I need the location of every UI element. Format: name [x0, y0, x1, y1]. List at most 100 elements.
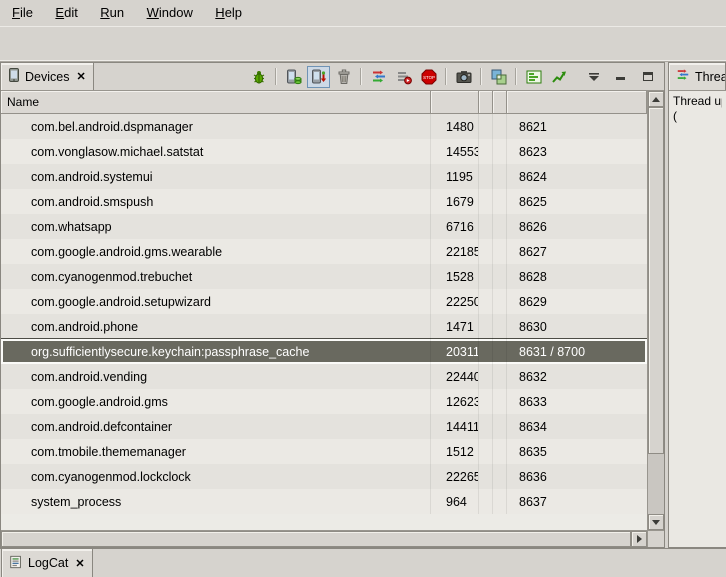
empty-cell [493, 364, 507, 389]
process-name-cell: com.android.systemui [1, 164, 431, 189]
cause-gc-button[interactable] [332, 66, 355, 88]
main-area: Devices ✕ [0, 62, 726, 548]
update-threads-button[interactable] [367, 66, 390, 88]
table-row[interactable]: com.google.android.gms 12623 8633 [1, 389, 647, 414]
pid-cell: 22185 [431, 239, 479, 264]
tab-threads-label: Threads [695, 70, 726, 84]
menu-file[interactable]: File [3, 0, 42, 26]
screen-capture-button[interactable] [452, 66, 475, 88]
table-row[interactable]: com.tmobile.thememanager 1512 8635 [1, 439, 647, 464]
empty-cell [493, 464, 507, 489]
pid-cell: 22265 [431, 464, 479, 489]
table-row[interactable]: com.android.systemui 1195 8624 [1, 164, 647, 189]
process-name-cell: com.android.vending [1, 364, 431, 389]
process-name-cell: com.vonglasow.michael.satstat [1, 139, 431, 164]
scroll-right-icon[interactable] [631, 531, 647, 547]
table-row[interactable]: com.android.smspush 1679 8625 [1, 189, 647, 214]
minimize-icon[interactable] [609, 66, 632, 88]
empty-cell [479, 114, 493, 139]
view-chrome-buttons [582, 66, 659, 88]
port-cell: 8628 [507, 264, 647, 289]
empty-cell [479, 189, 493, 214]
table-row[interactable]: com.bel.android.dspmanager 1480 8621 [1, 114, 647, 139]
logcat-icon [9, 555, 23, 572]
threads-view: Threads Thread up ( [668, 62, 726, 548]
close-icon[interactable]: ✕ [74, 70, 85, 83]
tab-devices[interactable]: Devices ✕ [1, 63, 94, 90]
scroll-up-icon[interactable] [648, 91, 664, 107]
tab-logcat[interactable]: LogCat ✕ [1, 549, 93, 577]
tab-devices-label: Devices [25, 70, 69, 84]
horizontal-scrollbar-thumb[interactable] [1, 531, 631, 547]
vertical-scrollbar-track[interactable] [648, 454, 664, 514]
start-method-profiling-button[interactable] [392, 66, 415, 88]
threads-message: Thread up ( [669, 91, 726, 547]
device-icon [8, 68, 20, 85]
opengl-trace-button[interactable] [547, 66, 570, 88]
port-cell: 8631 / 8700 [507, 339, 647, 364]
dump-view-hierarchy-button[interactable] [487, 66, 510, 88]
port-cell: 8632 [507, 364, 647, 389]
empty-cell [493, 389, 507, 414]
debug-process-button[interactable] [247, 66, 270, 88]
port-cell: 8629 [507, 289, 647, 314]
table-row[interactable]: com.android.defcontainer 14411 8634 [1, 414, 647, 439]
pid-cell: 1480 [431, 114, 479, 139]
column-header-name[interactable]: Name [1, 91, 431, 114]
table-row[interactable]: com.google.android.gms.wearable 22185 86… [1, 239, 647, 264]
port-cell: 8624 [507, 164, 647, 189]
port-cell: 8621 [507, 114, 647, 139]
menu-edit[interactable]: Edit [46, 0, 86, 26]
pid-cell: 12623 [431, 389, 479, 414]
table-row[interactable]: com.android.phone 1471 8630 [1, 314, 647, 339]
close-icon[interactable]: ✕ [73, 557, 84, 570]
menu-help[interactable]: Help [206, 0, 251, 26]
toolbar-separator [515, 68, 517, 85]
empty-cell [493, 239, 507, 264]
scroll-down-icon[interactable] [648, 514, 664, 530]
main-toolbar [0, 26, 726, 62]
horizontal-scrollbar[interactable] [1, 530, 647, 547]
column-header-pid[interactable] [431, 91, 479, 114]
empty-cell [493, 164, 507, 189]
column-header-port[interactable] [507, 91, 647, 114]
update-heap-button[interactable] [282, 66, 305, 88]
empty-cell [493, 189, 507, 214]
empty-cell [479, 464, 493, 489]
menu-run[interactable]: Run [91, 0, 133, 26]
vertical-scrollbar[interactable] [647, 91, 664, 530]
empty-cell [479, 139, 493, 164]
empty-cell [493, 489, 507, 514]
tab-threads[interactable]: Threads [669, 63, 726, 90]
systrace-button[interactable] [522, 66, 545, 88]
devices-toolbar: STOP [247, 63, 664, 90]
process-name-cell: com.cyanogenmod.lockclock [1, 464, 431, 489]
port-cell: 8635 [507, 439, 647, 464]
toolbar-separator [275, 68, 277, 85]
scrollbar-corner [647, 530, 664, 547]
table-row[interactable]: com.cyanogenmod.trebuchet 1528 8628 [1, 264, 647, 289]
table-row[interactable]: system_process 964 8637 [1, 489, 647, 514]
menu-window[interactable]: Window [138, 0, 202, 26]
vertical-scrollbar-thumb[interactable] [648, 107, 664, 454]
column-header-c4[interactable] [493, 91, 507, 114]
empty-cell [479, 214, 493, 239]
eclipse-ddms-window: File Edit Run Window Help Devices ✕ [0, 0, 726, 577]
toolbar-separator [480, 68, 482, 85]
table-row[interactable]: org.sufficientlysecure.keychain:passphra… [1, 339, 647, 364]
maximize-icon[interactable] [636, 66, 659, 88]
table-row[interactable]: com.android.vending 22440 8632 [1, 364, 647, 389]
view-menu-icon[interactable] [582, 66, 605, 88]
table-row[interactable]: com.vonglasow.michael.satstat 14553 8623 [1, 139, 647, 164]
table-row[interactable]: com.cyanogenmod.lockclock 22265 8636 [1, 464, 647, 489]
empty-cell [479, 489, 493, 514]
column-header-c3[interactable] [479, 91, 493, 114]
process-name-cell: com.android.phone [1, 314, 431, 339]
table-row[interactable]: com.whatsapp 6716 8626 [1, 214, 647, 239]
table-row[interactable]: com.google.android.setupwizard 22250 862… [1, 289, 647, 314]
empty-cell [493, 339, 507, 364]
dump-hprof-button[interactable] [307, 66, 330, 88]
port-cell: 8625 [507, 189, 647, 214]
stop-process-button[interactable]: STOP [417, 66, 440, 88]
empty-cell [493, 439, 507, 464]
